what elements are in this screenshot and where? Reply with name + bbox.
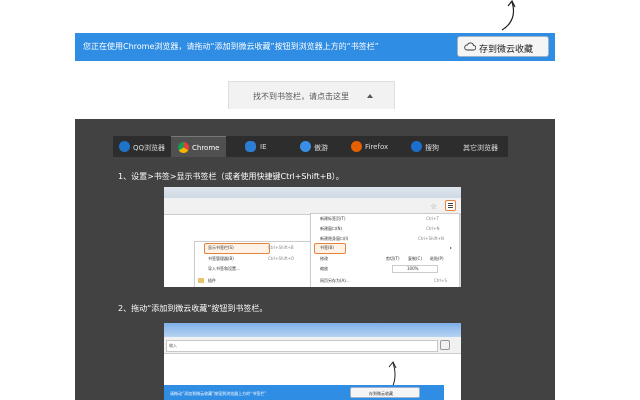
banner-text: 您正在使用Chrome浏览器，请拖动“添加到微云收藏”按钮到浏览器上方的“书签栏…: [83, 42, 379, 51]
edit-item: 复制(C): [408, 256, 422, 261]
address-bar: [166, 340, 438, 352]
tab-label: 搜狗: [425, 144, 439, 152]
chrome-menu-icon: [445, 200, 456, 211]
submenu-item: 导入书签和设置...: [208, 266, 240, 271]
save-button-preview-label: 存到微云收藏: [369, 391, 393, 396]
menu-item: 缩放: [320, 266, 328, 271]
menu-item: 新建标签页(T): [320, 216, 346, 221]
menu-shortcut: Ctrl+T: [426, 216, 439, 221]
submenu-item: 显示书签栏(S): [208, 245, 234, 250]
star-icon: ☆: [430, 202, 438, 211]
top-area: [0, 0, 640, 33]
tab-label: QQ浏览器: [133, 144, 166, 152]
save-button-preview: 存到微云收藏: [350, 387, 420, 398]
cloud-icon: [464, 42, 476, 51]
tab-other-browsers[interactable]: 其它浏览器: [461, 136, 507, 157]
drag-arrow-icon: [501, 0, 516, 31]
window-titlebar: [164, 323, 461, 337]
folder-icon: [198, 278, 204, 283]
address-hint: 输入: [169, 343, 177, 348]
tab-sogou[interactable]: 搜狗: [409, 136, 447, 157]
maxthon-icon: [300, 141, 311, 152]
tab-label: 傲游: [314, 144, 328, 152]
browser-tabs: QQ浏览器 Chrome IE 傲游 Firefox 搜狗 其它浏览器: [113, 136, 508, 157]
menu-item: 书签(B): [320, 245, 334, 250]
tab-label: Firefox: [365, 143, 389, 151]
qq-browser-icon: [119, 141, 130, 152]
edit-item: 剪切(T): [386, 256, 400, 261]
submenu-item: 书签管理器(B): [208, 256, 234, 261]
tab-label: IE: [260, 143, 267, 151]
zoom-value: 100%: [407, 266, 419, 271]
tab-qq-browser[interactable]: QQ浏览器: [113, 136, 171, 157]
window-titlebar: [164, 187, 461, 198]
submenu-shortcut: Ctrl+Shift+B: [268, 245, 294, 250]
submenu-arrow-icon: ▸: [450, 245, 453, 250]
left-margin: [0, 33, 75, 400]
tab-ie[interactable]: IE: [241, 136, 281, 157]
submenu-shortcut: Ctrl+Shift+O: [268, 256, 295, 261]
banner-preview-text: 请拖动“添加到微云收藏”按钮到浏览器上方的“书签栏”: [170, 391, 267, 396]
menu-shortcut: Ctrl+S: [434, 278, 448, 283]
bookmark-bar-toggle[interactable]: 找不到书签栏，请点击这里: [228, 81, 395, 109]
step-2-text: 2、拖动“添加到微云收藏”按钮到书签栏。: [118, 304, 268, 313]
ie-icon: [245, 141, 256, 152]
tab-maxthon[interactable]: 傲游: [297, 136, 339, 157]
instruction-banner: 您正在使用Chrome浏览器，请拖动“添加到微云收藏”按钮到浏览器上方的“书签栏…: [75, 33, 555, 61]
menu-item: 网页另存为(A)...: [320, 278, 350, 283]
firefox-icon: [351, 141, 362, 152]
menu-item: 修改: [320, 256, 328, 261]
submenu-item: 插件: [208, 278, 216, 283]
tab-label: 其它浏览器: [463, 144, 498, 152]
right-margin: [555, 33, 640, 400]
toggle-label: 找不到书签栏，请点击这里: [253, 92, 349, 101]
menu-shortcut: Ctrl+Shift+N: [418, 236, 444, 241]
tab-label: Chrome: [192, 144, 220, 152]
caret-up-icon: [367, 94, 373, 98]
save-to-weiyun-button[interactable]: 存到微云收藏: [457, 36, 549, 57]
chrome-icon: [178, 142, 189, 153]
save-button-label: 存到微云收藏: [479, 45, 534, 55]
menu-item: 新建隐身窗口(I): [320, 236, 349, 241]
step-1-text: 1、设置>书签>显示书签栏（或者使用快捷键Ctrl+Shift+B）。: [118, 172, 344, 181]
chrome-menu-screenshot: ☆ 显示书签栏(S) Ctrl+Shift+B 书签管理器(B) Ctrl+Sh…: [164, 187, 461, 287]
sogou-icon: [411, 141, 422, 152]
edit-item: 粘贴(P): [430, 256, 444, 261]
tab-firefox[interactable]: Firefox: [349, 136, 397, 157]
menu-item: 新建窗口(N): [320, 226, 343, 231]
drag-button-screenshot: 输入 请拖动“添加到微云收藏”按钮到浏览器上方的“书签栏” 存到微云收藏: [164, 323, 461, 400]
menu-icon: [440, 340, 450, 350]
menu-shortcut: Ctrl+N: [426, 226, 440, 231]
tab-chrome[interactable]: Chrome: [171, 136, 226, 157]
